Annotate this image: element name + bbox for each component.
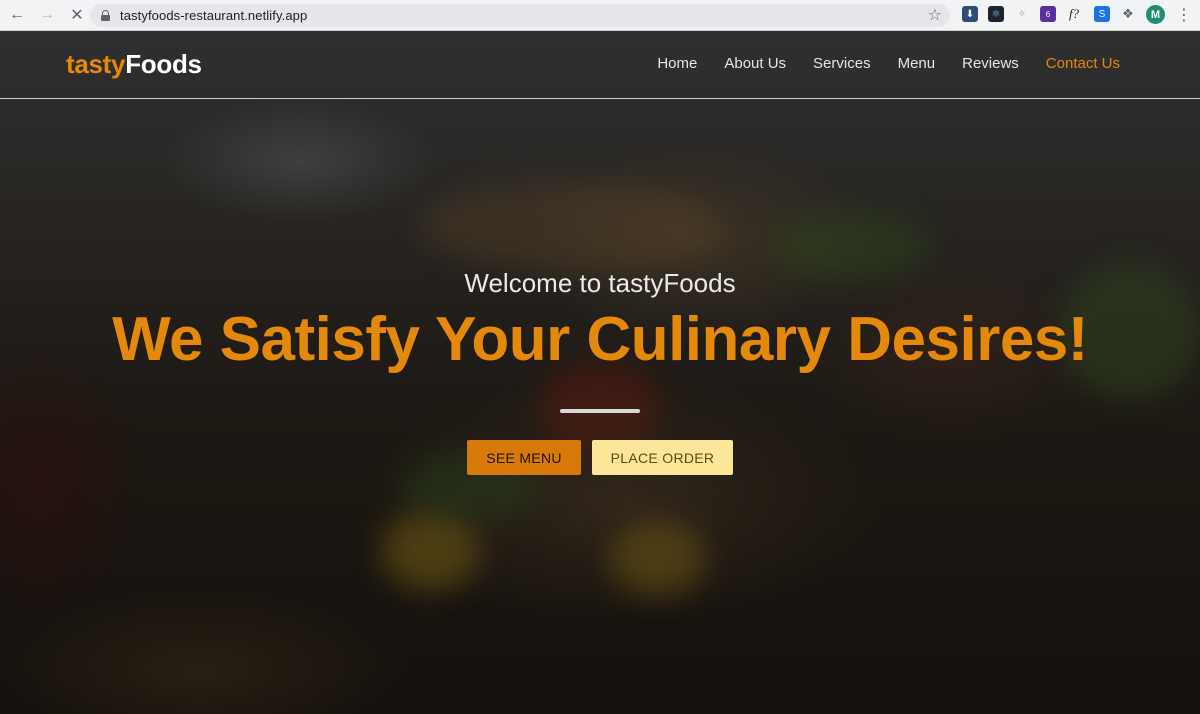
see-menu-button[interactable]: SEE MENU: [467, 440, 581, 475]
hero-headline: We Satisfy Your Culinary Desires!: [112, 305, 1088, 374]
formula-extension-icon[interactable]: f?: [1066, 6, 1082, 22]
hero-divider: [560, 409, 640, 413]
forward-arrow-icon[interactable]: →: [34, 2, 60, 28]
browser-toolbar: ← → ✕ tastyfoods-restaurant.netlify.app …: [0, 0, 1200, 31]
profile-avatar[interactable]: M: [1146, 5, 1165, 24]
back-arrow-icon[interactable]: ←: [4, 2, 30, 28]
s-extension-icon[interactable]: S: [1094, 6, 1110, 22]
puzzle-extensions-icon[interactable]: ❖: [1120, 6, 1136, 22]
extension-badge: 6: [1045, 9, 1051, 19]
address-bar[interactable]: tastyfoods-restaurant.netlify.app ☆: [90, 4, 950, 27]
hero-section: tastyFoods Home About Us Services Menu R…: [0, 31, 1200, 714]
browser-menu-icon[interactable]: ⋮: [1176, 5, 1192, 25]
sparkle-extension-icon[interactable]: ✧: [1014, 6, 1030, 22]
react-devtools-icon[interactable]: ⚛: [988, 6, 1004, 22]
download-extension-icon[interactable]: ⬇: [962, 6, 978, 22]
stop-loading-icon[interactable]: ✕: [64, 2, 90, 28]
graduation-extension-icon[interactable]: 6: [1040, 6, 1056, 22]
url-text: tastyfoods-restaurant.netlify.app: [120, 8, 308, 23]
hero-welcome-text: Welcome to tastyFoods: [464, 268, 736, 298]
bookmark-star-icon[interactable]: ☆: [928, 5, 942, 25]
place-order-button[interactable]: PLACE ORDER: [592, 440, 733, 475]
lock-icon: [101, 10, 110, 21]
hero-content: Welcome to tastyFoods We Satisfy Your Cu…: [0, 31, 1200, 714]
